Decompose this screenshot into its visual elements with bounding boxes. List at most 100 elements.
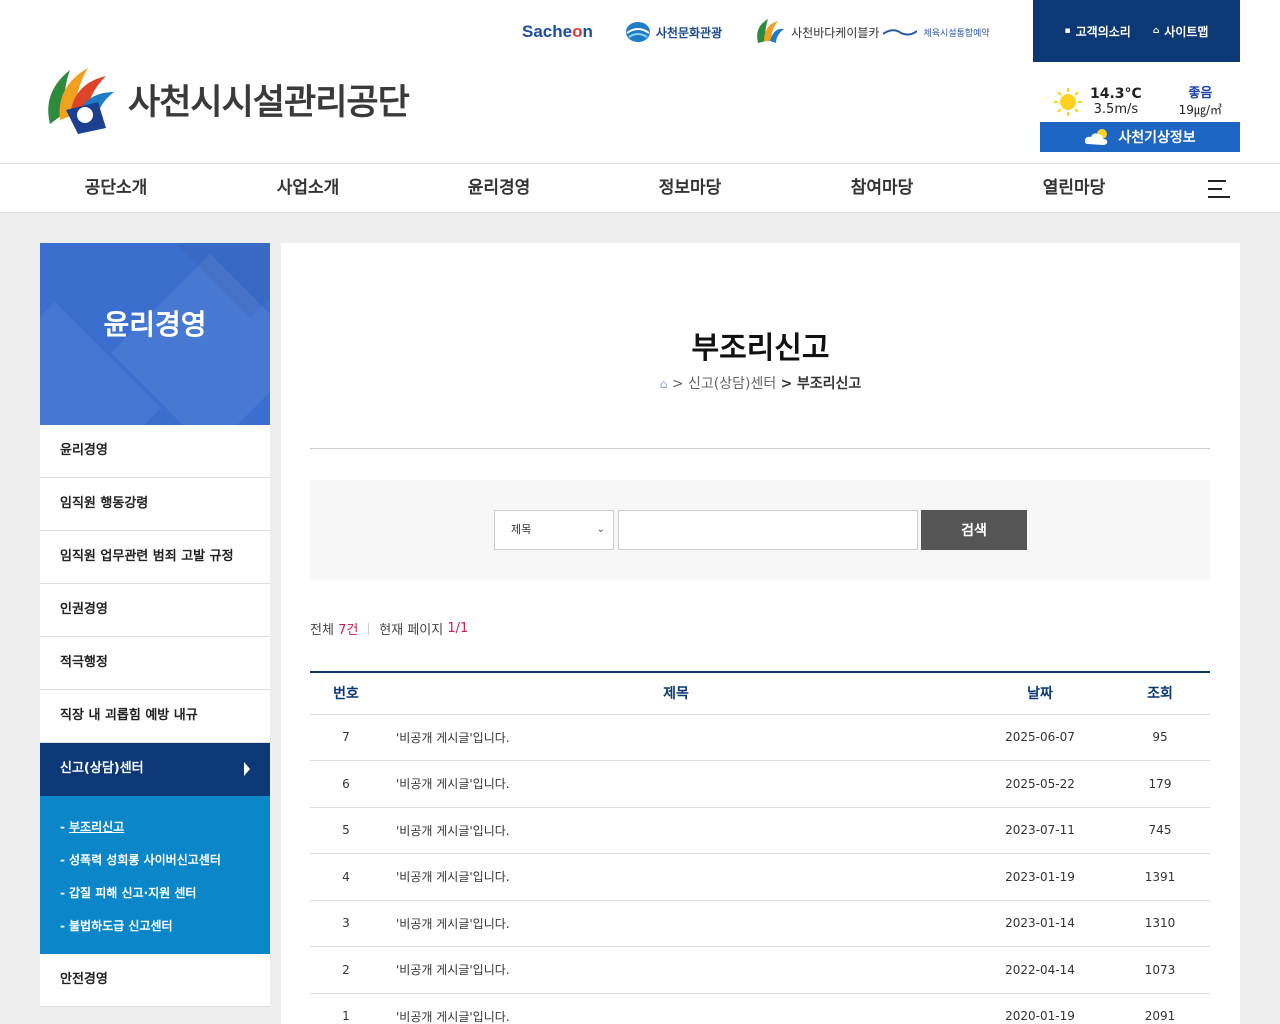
side-item-report-center[interactable]: 신고(상담)센터 xyxy=(40,743,270,796)
col-views: 조회 xyxy=(1110,672,1210,715)
board-summary: 전체 7건 현재 페이지 1/1 xyxy=(310,619,468,638)
sacheon-city-link[interactable]: Sache o n xyxy=(522,22,593,42)
home-icon: ⌂ xyxy=(1152,26,1160,36)
sub-item-label: 갑질 피해 신고·지원 센터 xyxy=(68,886,197,900)
row-title-link[interactable]: '비공개 게시글'입니다. xyxy=(382,853,970,901)
sub-item-label: 불법하도급 신고센터 xyxy=(68,919,173,933)
culture-tour-link[interactable]: 사천문화관광 xyxy=(625,21,722,43)
gnb-ethics[interactable]: 윤리경영 xyxy=(419,164,579,212)
weather-widget: 14.3°C 3.5m/s 좋음 19㎍/㎥ 사천기상정보 xyxy=(1040,84,1240,152)
row-date: 2020-01-19 xyxy=(970,993,1110,1024)
temperature-display: 14.3°C 3.5m/s xyxy=(1090,86,1142,118)
row-number: 4 xyxy=(310,853,382,901)
row-views: 1310 xyxy=(1110,900,1210,947)
weather-info-button[interactable]: 사천기상정보 xyxy=(1040,122,1240,152)
total-count: 7건 xyxy=(338,623,359,638)
sports-reservation-label[interactable]: 체육시설통합예약 xyxy=(923,26,989,39)
search-button[interactable]: 검색 xyxy=(921,510,1027,550)
site-header: 사천시시설관리공단 Sache o n 사천문화관광 사천바다케이블카 체육시설통 xyxy=(0,0,1280,163)
row-views: 1073 xyxy=(1110,946,1210,994)
side-title: 윤리경영 xyxy=(103,308,207,341)
culture-tour-label: 사천문화관광 xyxy=(655,25,723,40)
customer-voice-link[interactable]: ▪ 고객의소리 xyxy=(1065,23,1131,40)
search-area: 제목 ⌄ 검색 xyxy=(310,480,1210,580)
sub-item-gapjil-report[interactable]: - 갑질 피해 신고·지원 센터 xyxy=(60,880,270,913)
site-logo[interactable]: 사천시시설관리공단 xyxy=(40,62,410,136)
gnb-business[interactable]: 사업소개 xyxy=(228,164,388,212)
sitemap-link[interactable]: ⌂ 사이트맵 xyxy=(1153,23,1209,40)
row-date: 2023-07-11 xyxy=(970,807,1110,854)
air-quality-display: 좋음 19㎍/㎥ xyxy=(1179,86,1222,118)
cloud-icon xyxy=(1085,129,1108,145)
row-date: 2025-06-07 xyxy=(970,714,1110,761)
partner-links: Sache o n 사천문화관광 사천바다케이블카 체육시설통합예약 xyxy=(522,16,1022,48)
total-label: 전체 xyxy=(310,623,334,638)
breadcrumb-parent[interactable]: 신고(상담)센터 xyxy=(688,376,776,392)
gnb-participation[interactable]: 참여마당 xyxy=(802,164,962,212)
col-number: 번호 xyxy=(310,672,382,715)
side-header: 윤리경영 xyxy=(40,243,270,425)
side-navigation: 윤리경영 윤리경영 임직원 행동강령 임직원 업무관련 범죄 고발 규정 인권경… xyxy=(40,243,270,1007)
table-row: 4 '비공개 게시글'입니다. 2023-01-19 1391 xyxy=(310,853,1210,901)
side-sub-menu: - 부조리신고 - 성폭력 성희롱 사이버신고센터 - 갑질 피해 신고·지원 센터 … xyxy=(40,796,270,954)
row-number: 7 xyxy=(310,714,382,761)
search-input[interactable] xyxy=(618,510,918,550)
sub-item-corruption-report[interactable]: - 부조리신고 xyxy=(60,814,270,847)
row-views: 1391 xyxy=(1110,853,1210,901)
hamburger-menu-icon[interactable] xyxy=(1208,180,1230,198)
gnb-about[interactable]: 공단소개 xyxy=(36,164,196,212)
row-number: 3 xyxy=(310,900,382,947)
gnb-info[interactable]: 정보마당 xyxy=(610,164,770,212)
side-item-human-rights[interactable]: 인권경영 xyxy=(40,584,270,637)
gnb-open[interactable]: 열린마당 xyxy=(994,164,1154,212)
table-row: 5 '비공개 게시글'입니다. 2023-07-11 745 xyxy=(310,807,1210,854)
row-title-link[interactable]: '비공개 게시글'입니다. xyxy=(382,807,970,854)
side-item-code-of-conduct[interactable]: 임직원 행동강령 xyxy=(40,478,270,531)
cable-car-icon xyxy=(757,19,785,43)
search-field-select[interactable]: 제목 ⌄ xyxy=(494,510,614,550)
col-title: 제목 xyxy=(382,672,970,715)
row-title-link[interactable]: '비공개 게시글'입니다. xyxy=(382,714,970,761)
row-title-link[interactable]: '비공개 게시글'입니다. xyxy=(382,946,970,994)
row-number: 6 xyxy=(310,760,382,808)
side-item-proactive-admin[interactable]: 적극행정 xyxy=(40,637,270,690)
row-title-link[interactable]: '비공개 게시글'입니다. xyxy=(382,900,970,947)
page-title: 부조리신고 xyxy=(691,331,830,366)
row-number: 2 xyxy=(310,946,382,994)
board-table: 번호 제목 날짜 조회 7 '비공개 게시글'입니다. 2025-06-07 9… xyxy=(310,671,1210,1024)
sub-item-sexual-harassment[interactable]: - 성폭력 성희롱 사이버신고센터 xyxy=(60,847,270,880)
side-item-crime-report-rule[interactable]: 임직원 업무관련 범죄 고발 규정 xyxy=(40,531,270,584)
global-navigation: 공단소개 사업소개 윤리경영 정보마당 참여마당 열린마당 xyxy=(0,163,1280,213)
sacheon-logo-heart: o xyxy=(572,22,583,41)
title-divider xyxy=(310,448,1210,449)
row-number: 5 xyxy=(310,807,382,854)
row-title-link[interactable]: '비공개 게시글'입니다. xyxy=(382,993,970,1024)
table-row: 2 '비공개 게시글'입니다. 2022-04-14 1073 xyxy=(310,946,1210,994)
sun-icon xyxy=(1054,88,1082,116)
weather-info-label: 사천기상정보 xyxy=(1118,130,1196,146)
row-date: 2023-01-19 xyxy=(970,853,1110,901)
air-quality-status: 좋음 xyxy=(1188,86,1213,101)
breadcrumb-separator: > xyxy=(780,376,793,392)
breadcrumb-current: 부조리신고 xyxy=(796,376,862,392)
utility-menu: ▪ 고객의소리 ⌂ 사이트맵 xyxy=(1033,0,1240,62)
agency-logo-icon xyxy=(48,68,114,134)
air-quality-value: 19㎍/㎥ xyxy=(1178,103,1222,117)
main-content: 부조리신고 ⌂ > 신고(상담)센터 > 부조리신고 제목 ⌄ 검색 전체 7건… xyxy=(281,243,1240,1024)
table-row: 7 '비공개 게시글'입니다. 2025-06-07 95 xyxy=(310,714,1210,761)
logo-text: 사천시시설관리공단 xyxy=(128,82,410,123)
side-item-safety[interactable]: 안전경영 xyxy=(40,954,270,1007)
row-views: 95 xyxy=(1110,714,1210,761)
row-title-link[interactable]: '비공개 게시글'입니다. xyxy=(382,760,970,808)
wind-speed-value: 3.5m/s xyxy=(1093,102,1139,117)
row-views: 745 xyxy=(1110,807,1210,854)
home-icon[interactable]: ⌂ xyxy=(660,377,668,391)
sub-item-illegal-subcontract[interactable]: - 불법하도급 신고센터 xyxy=(60,913,270,946)
side-item-harassment-prevention[interactable]: 직장 내 괴롭힘 예방 내규 xyxy=(40,690,270,743)
row-views: 2091 xyxy=(1110,993,1210,1024)
side-item-ethics[interactable]: 윤리경영 xyxy=(40,425,270,478)
sacheon-logo-text-end: n xyxy=(582,22,593,41)
cable-car-link[interactable]: 사천바다케이블카 체육시설통합예약 xyxy=(754,17,990,47)
cable-car-label: 사천바다케이블카 xyxy=(791,25,880,40)
col-date: 날짜 xyxy=(970,672,1110,715)
